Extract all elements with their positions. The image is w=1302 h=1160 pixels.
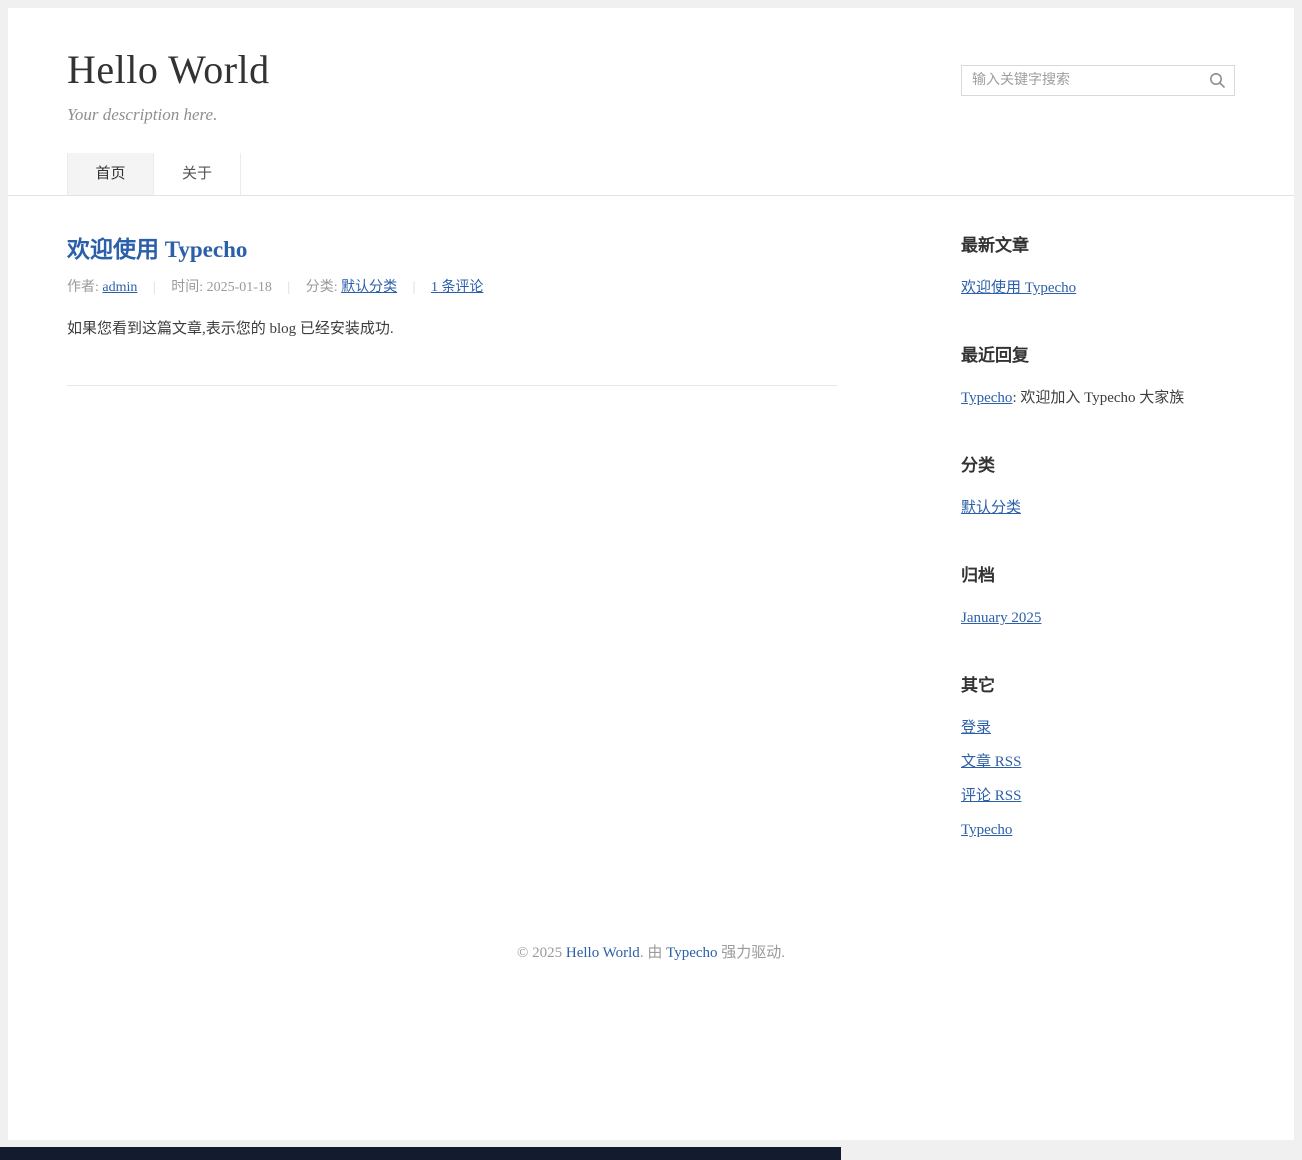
- search-box: [961, 65, 1235, 96]
- footer-copyright: © 2025: [517, 945, 566, 961]
- footer-suffix-text: 强力驱动.: [718, 945, 786, 961]
- sidebar-section-recent-posts: 最新文章 欢迎使用 Typecho: [961, 236, 1235, 298]
- post-category-label: 分类:: [306, 280, 341, 295]
- meta-separator: |: [413, 280, 416, 295]
- search-input[interactable]: [961, 65, 1235, 96]
- sidebar-section-categories: 分类 默认分类: [961, 456, 1235, 518]
- recent-post-link[interactable]: 欢迎使用 Typecho: [961, 280, 1076, 296]
- main-nav: 首页 关于: [67, 153, 1235, 195]
- post-comments-link[interactable]: 1 条评论: [431, 280, 484, 295]
- post-meta: 作者: admin | 时间: 2025-01-18 | 分类: 默认分类 | …: [67, 279, 837, 297]
- site-description: Your description here.: [67, 104, 1235, 125]
- post-author-label: 作者:: [67, 280, 102, 295]
- post-category-link[interactable]: 默认分类: [341, 280, 397, 295]
- meta-separator: |: [153, 280, 156, 295]
- archive-link[interactable]: January 2025: [961, 610, 1041, 626]
- list-item: 登录: [961, 718, 1235, 738]
- sidebar-title-archives: 归档: [961, 566, 1235, 586]
- post-rss-link[interactable]: 文章 RSS: [961, 754, 1021, 770]
- search-icon: [1209, 72, 1226, 89]
- list-item: January 2025: [961, 608, 1235, 628]
- sidebar: 最新文章 欢迎使用 Typecho 最近回复 Typecho: 欢迎加入 Typ…: [961, 236, 1235, 888]
- comment-rss-link[interactable]: 评论 RSS: [961, 788, 1021, 804]
- list-item: 评论 RSS: [961, 786, 1235, 806]
- sidebar-title-categories: 分类: [961, 456, 1235, 476]
- sidebar-title-misc: 其它: [961, 676, 1235, 696]
- post-author-link[interactable]: admin: [102, 280, 137, 295]
- bottom-bar: [0, 1147, 841, 1160]
- content-column: 欢迎使用 Typecho 作者: admin | 时间: 2025-01-18 …: [67, 236, 837, 386]
- recent-reply-text: : 欢迎加入 Typecho 大家族: [1012, 390, 1184, 406]
- post-time: 时间: 2025-01-18: [171, 280, 272, 295]
- list-item: 欢迎使用 Typecho: [961, 278, 1235, 298]
- main-area: 欢迎使用 Typecho 作者: admin | 时间: 2025-01-18 …: [67, 196, 1235, 908]
- site-title-link[interactable]: Hello World: [67, 47, 270, 92]
- nav-item-about[interactable]: 关于: [154, 153, 241, 195]
- sidebar-title-recent-replies: 最近回复: [961, 346, 1235, 366]
- site-header: Hello World Your description here. 首页 关于: [8, 8, 1294, 196]
- list-item: Typecho: 欢迎加入 Typecho 大家族: [961, 388, 1235, 408]
- meta-separator: |: [287, 280, 290, 295]
- page: Hello World Your description here. 首页 关于: [8, 8, 1294, 1140]
- post: 欢迎使用 Typecho 作者: admin | 时间: 2025-01-18 …: [67, 236, 837, 386]
- recent-reply-author-link[interactable]: Typecho: [961, 390, 1012, 406]
- category-link[interactable]: 默认分类: [961, 500, 1021, 516]
- footer-powered-link[interactable]: Typecho: [666, 945, 717, 961]
- list-item: Typecho: [961, 820, 1235, 840]
- post-body: 如果您看到这篇文章,表示您的 blog 已经安装成功.: [67, 318, 837, 341]
- list-item: 默认分类: [961, 498, 1235, 518]
- footer-site-link[interactable]: Hello World: [566, 945, 640, 961]
- post-title-link[interactable]: 欢迎使用 Typecho: [67, 237, 247, 262]
- list-item: 文章 RSS: [961, 752, 1235, 772]
- login-link[interactable]: 登录: [961, 720, 991, 736]
- sidebar-title-recent-posts: 最新文章: [961, 236, 1235, 256]
- footer: © 2025 Hello World. 由 Typecho 强力驱动.: [8, 908, 1294, 1024]
- typecho-link[interactable]: Typecho: [961, 822, 1012, 838]
- sidebar-section-misc: 其它 登录 文章 RSS 评论 RSS Typecho: [961, 676, 1235, 840]
- sidebar-section-archives: 归档 January 2025: [961, 566, 1235, 628]
- nav-item-home[interactable]: 首页: [67, 153, 154, 195]
- sidebar-section-recent-replies: 最近回复 Typecho: 欢迎加入 Typecho 大家族: [961, 346, 1235, 408]
- footer-middle-text: . 由: [640, 945, 666, 961]
- post-title: 欢迎使用 Typecho: [67, 236, 837, 264]
